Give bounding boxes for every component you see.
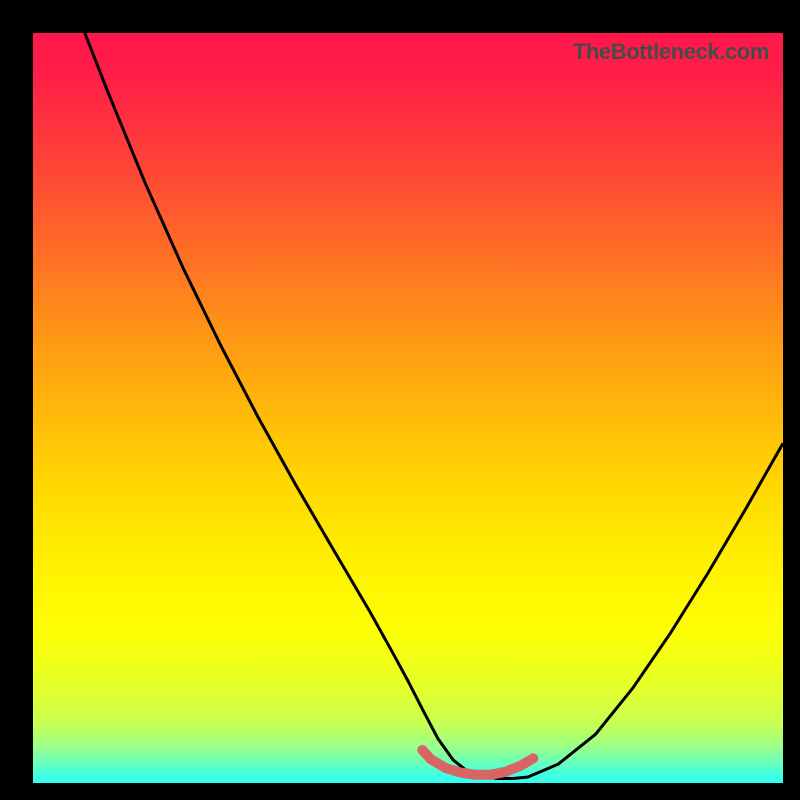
watermark-text: TheBottleneck.com [573, 39, 769, 65]
chart-svg [33, 33, 783, 783]
plot-area: TheBottleneck.com [33, 33, 783, 783]
accent-curve-line [422, 750, 533, 775]
chart-frame: TheBottleneck.com [0, 0, 800, 800]
main-curve-line [85, 33, 783, 779]
